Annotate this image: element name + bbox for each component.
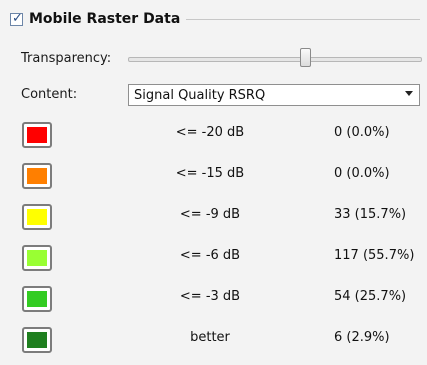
legend-range: <= -9 dB	[179, 207, 241, 222]
legend-row: better 6 (2.9%)	[0, 319, 427, 359]
legend-count: 0 (0.0%)	[334, 125, 390, 140]
legend-range: <= -6 dB	[179, 248, 241, 263]
color-swatch-button[interactable]	[22, 327, 52, 353]
enable-checkbox[interactable]: ✓	[10, 10, 23, 26]
legend-range: <= -15 dB	[175, 166, 245, 181]
group-title: Mobile Raster Data	[29, 11, 181, 27]
group-divider	[186, 19, 420, 20]
transparency-label: Transparency:	[21, 51, 112, 66]
color-swatch-button[interactable]	[22, 122, 52, 148]
swatch-fill	[27, 168, 47, 184]
legend-count: 6 (2.9%)	[334, 330, 390, 345]
content-select-value: Signal Quality RSRQ	[134, 87, 266, 103]
legend-row: <= -9 dB 33 (15.7%)	[0, 196, 427, 236]
group-header: ✓ Mobile Raster Data	[10, 8, 420, 30]
legend-count: 117 (55.7%)	[334, 248, 415, 263]
transparency-slider-thumb[interactable]	[300, 48, 311, 67]
legend-row: <= -6 dB 117 (55.7%)	[0, 237, 427, 277]
swatch-fill	[27, 250, 47, 266]
legend-count: 54 (25.7%)	[334, 289, 407, 304]
color-swatch-button[interactable]	[22, 163, 52, 189]
legend-range: <= -3 dB	[179, 289, 241, 304]
transparency-slider-track[interactable]	[128, 57, 422, 62]
color-swatch-button[interactable]	[22, 245, 52, 271]
swatch-fill	[27, 291, 47, 307]
checkmark-icon: ✓	[12, 10, 23, 26]
swatch-fill	[27, 127, 47, 143]
swatch-fill	[27, 332, 47, 348]
legend-range: <= -20 dB	[175, 125, 245, 140]
legend-row: <= -15 dB 0 (0.0%)	[0, 155, 427, 195]
color-swatch-button[interactable]	[22, 204, 52, 230]
content-select[interactable]: Signal Quality RSRQ	[128, 84, 420, 106]
legend-count: 33 (15.7%)	[334, 207, 407, 222]
dropdown-arrow-icon	[405, 91, 413, 96]
legend-count: 0 (0.0%)	[334, 166, 390, 181]
legend-range: better	[190, 330, 230, 345]
legend-row: <= -20 dB 0 (0.0%)	[0, 114, 427, 154]
color-swatch-button[interactable]	[22, 286, 52, 312]
legend-row: <= -3 dB 54 (25.7%)	[0, 278, 427, 318]
content-label: Content:	[21, 87, 78, 102]
swatch-fill	[27, 209, 47, 225]
